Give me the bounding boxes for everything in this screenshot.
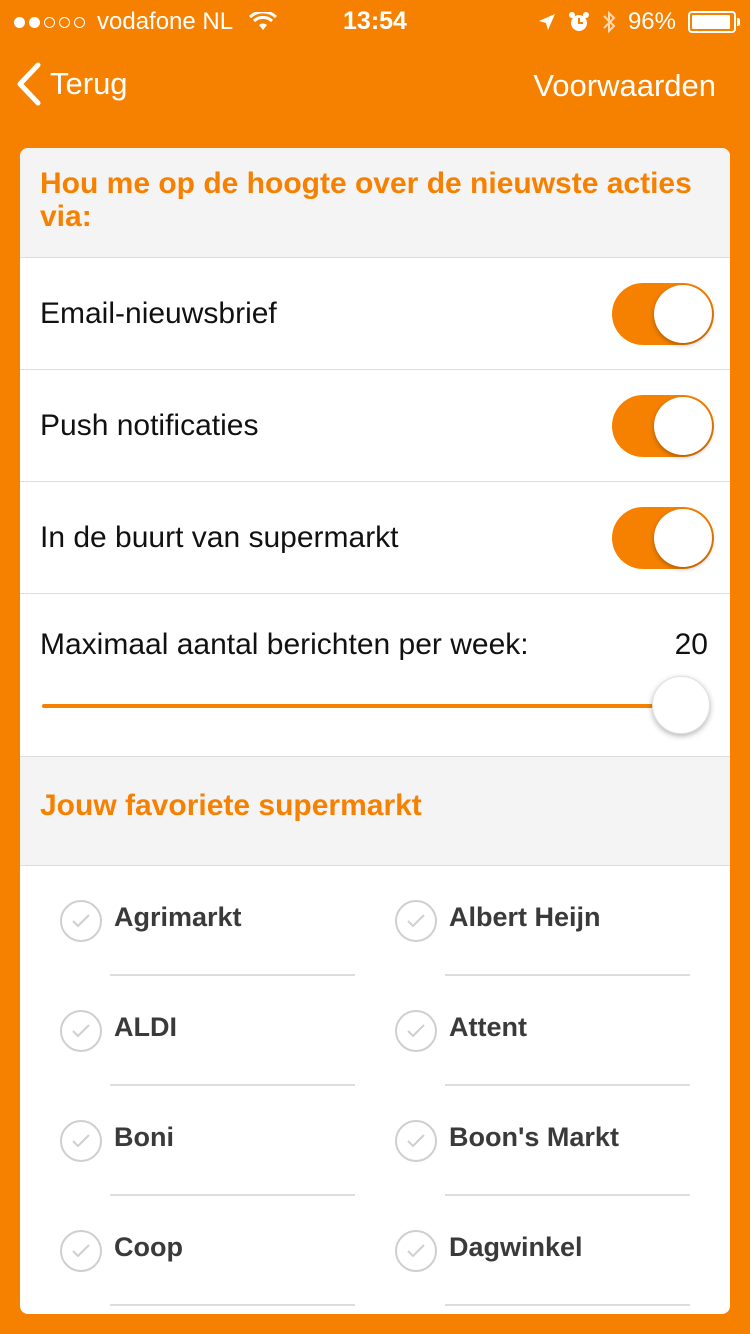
store-item[interactable]: Albert Heijn — [375, 866, 695, 976]
store-label: Albert Heijn — [449, 902, 601, 932]
battery-icon — [688, 11, 740, 33]
check-icon — [60, 1230, 102, 1272]
notifications-header: Hou me op de hoogte over de nieuwste act… — [20, 148, 730, 258]
email-toggle[interactable] — [612, 283, 714, 345]
location-arrow-icon — [538, 14, 555, 30]
store-grid: Agrimarkt Albert Heijn ALDI Attent Boni … — [20, 866, 730, 1314]
battery-fill — [692, 15, 731, 29]
toggle-label: In de buurt van supermarkt — [40, 520, 399, 554]
store-label: Attent — [449, 1012, 527, 1042]
navigation-bar: Terug Voorwaarden — [0, 44, 750, 128]
check-icon — [395, 1010, 437, 1052]
store-label: Boon's Markt — [449, 1122, 619, 1152]
store-label: Coop — [114, 1232, 183, 1262]
divider — [110, 1304, 355, 1306]
toggle-label: Email-nieuwsbrief — [40, 296, 277, 330]
check-icon — [60, 1010, 102, 1052]
store-label: Boni — [114, 1122, 174, 1152]
store-item[interactable]: Attent — [375, 976, 695, 1086]
slider-thumb[interactable] — [652, 676, 710, 734]
status-bar: vodafone NL 13:54 96% — [0, 0, 750, 40]
favorites-header: Jouw favoriete supermarkt — [20, 756, 730, 866]
store-label: Agrimarkt — [114, 902, 242, 932]
max-messages-value: 20 — [674, 628, 708, 661]
store-item[interactable]: Dagwinkel — [375, 1196, 695, 1306]
store-item[interactable]: Coop — [40, 1196, 360, 1306]
push-toggle[interactable] — [612, 395, 714, 457]
max-messages-row: Maximaal aantal berichten per week: 20 — [20, 594, 730, 756]
back-label: Terug — [50, 66, 128, 101]
toggle-row-nearby: In de buurt van supermarkt — [20, 482, 730, 594]
alarm-clock-icon — [568, 12, 589, 31]
toggle-row-email: Email-nieuwsbrief — [20, 258, 730, 370]
store-item[interactable]: Boni — [40, 1086, 360, 1196]
check-icon — [60, 900, 102, 942]
check-icon — [395, 1120, 437, 1162]
back-button[interactable]: Terug — [16, 62, 128, 106]
bluetooth-icon — [603, 10, 616, 34]
nearby-toggle[interactable] — [612, 507, 714, 569]
terms-button[interactable]: Voorwaarden — [533, 68, 716, 104]
store-item[interactable]: Agrimarkt — [40, 866, 360, 976]
check-icon — [395, 1230, 437, 1272]
toggle-row-push: Push notificaties — [20, 370, 730, 482]
chevron-left-icon — [17, 62, 41, 106]
check-icon — [60, 1120, 102, 1162]
divider — [445, 1304, 690, 1306]
battery-percent: 96% — [627, 8, 676, 35]
check-icon — [395, 900, 437, 942]
slider-track[interactable] — [42, 704, 660, 708]
store-label: ALDI — [114, 1012, 177, 1042]
store-item[interactable]: Boon's Markt — [375, 1086, 695, 1196]
max-messages-label: Maximaal aantal berichten per week: — [40, 628, 529, 661]
settings-card: Hou me op de hoogte over de nieuwste act… — [20, 148, 730, 1314]
status-right: 96% — [538, 8, 740, 36]
toggle-label: Push notificaties — [40, 408, 259, 442]
store-item[interactable]: ALDI — [40, 976, 360, 1086]
store-label: Dagwinkel — [449, 1232, 583, 1262]
